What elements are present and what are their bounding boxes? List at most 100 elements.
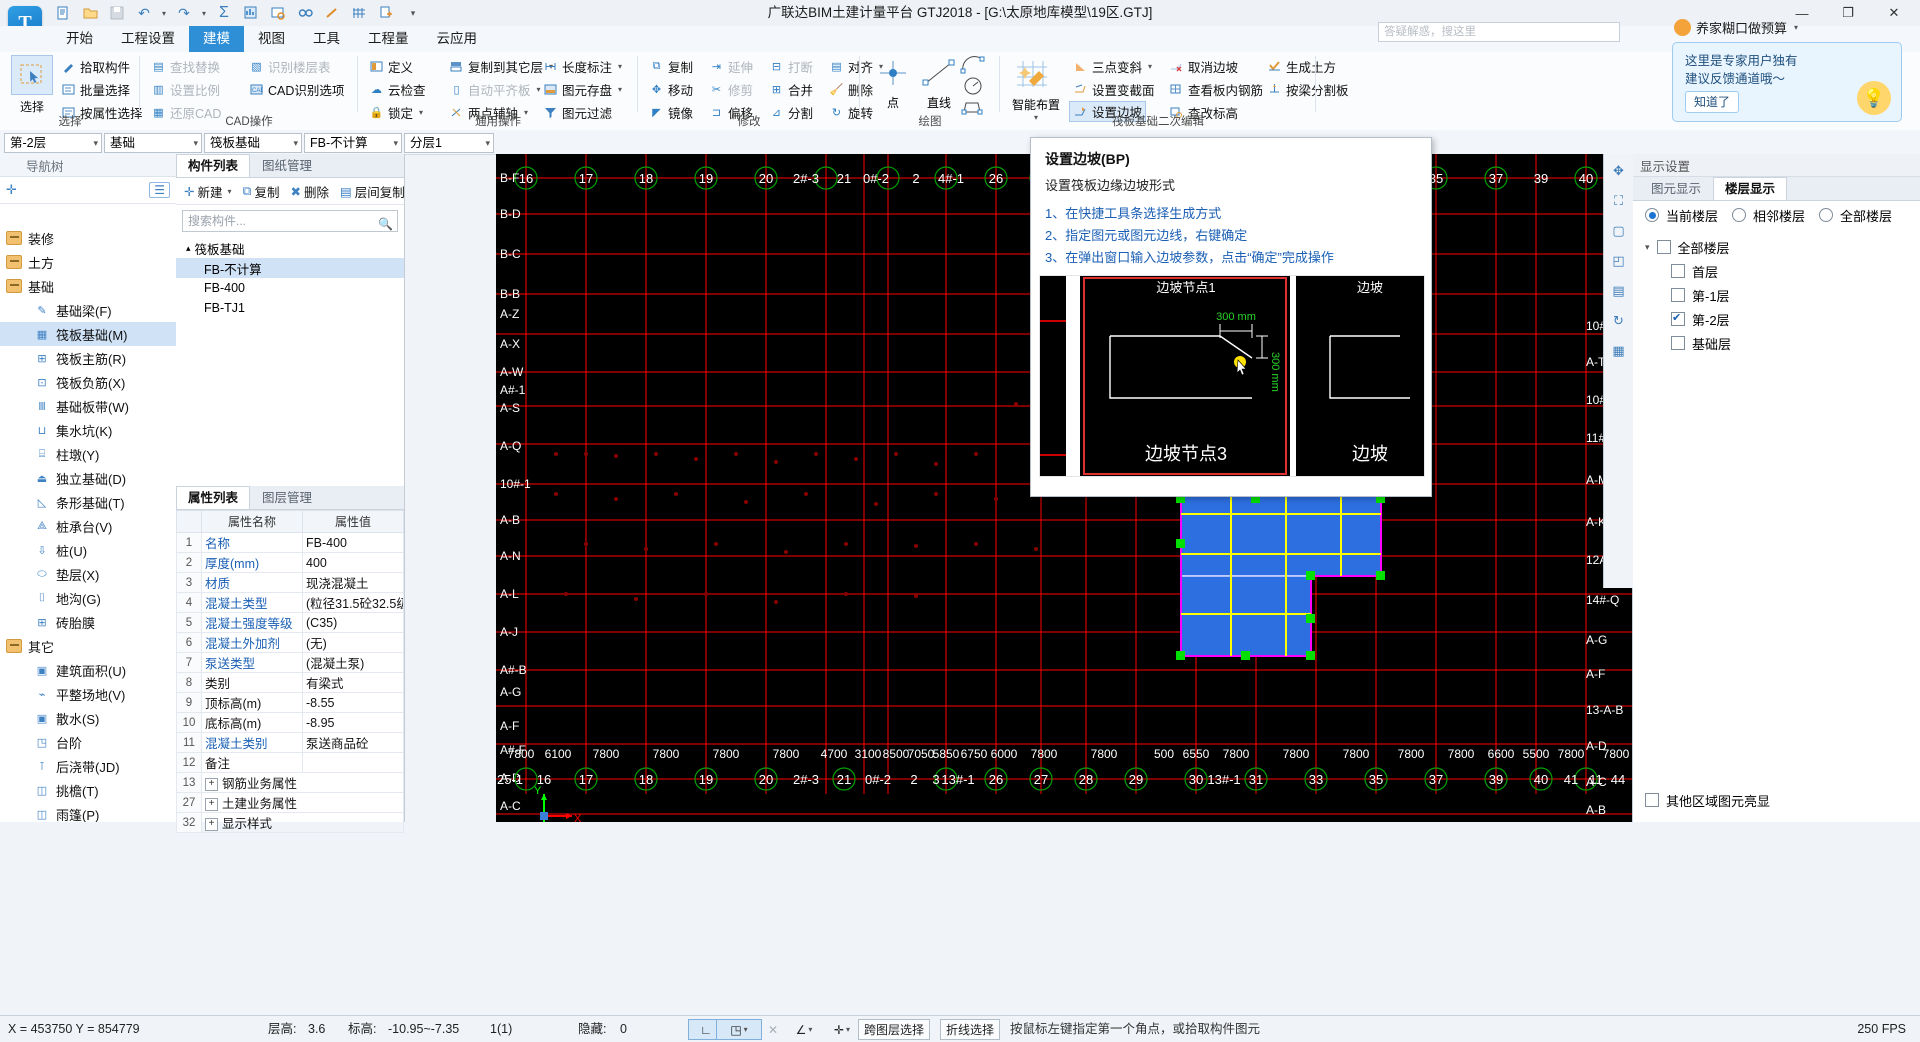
- table-row[interactable]: 7 泵送类型 (混凝土泵): [176, 652, 404, 673]
- checkbox-floor-minus2[interactable]: 第-2层: [1633, 307, 1920, 331]
- row-value[interactable]: 400: [302, 552, 404, 573]
- table-row[interactable]: 4混凝土类型(粒径31.5砼32.5级坍落...: [176, 592, 404, 613]
- category-select[interactable]: 基础: [104, 133, 202, 153]
- undo-icon[interactable]: ↶: [133, 3, 155, 23]
- length-dim-item[interactable]: 长度标注 ▾: [540, 56, 625, 77]
- component-select[interactable]: FB-不计算: [304, 133, 402, 153]
- element-save-caret-icon[interactable]: ▾: [618, 85, 622, 94]
- account-widget[interactable]: 养家糊口做预算 ▾: [1673, 18, 1798, 37]
- component-item-fb-400[interactable]: FB-400: [176, 278, 404, 298]
- three-point-slope-caret-icon[interactable]: ▾: [1148, 62, 1152, 71]
- cross-layer-select-button[interactable]: 跨图层选择: [858, 1019, 931, 1040]
- tree-node-trench[interactable]: ⌷ 地沟(G): [0, 586, 176, 610]
- check-icon[interactable]: [294, 3, 316, 23]
- tree-node-raft-main-rebar[interactable]: ⊞ 筏板主筋(R): [0, 346, 176, 370]
- polyline-select-button[interactable]: 折线选择: [940, 1019, 1001, 1040]
- set-scale-item[interactable]: ▥ 设置比例: [148, 79, 223, 100]
- checkbox-highlight-other-area[interactable]: 其他区域图元亮显: [1633, 788, 1770, 812]
- circle-icon[interactable]: [960, 76, 986, 99]
- account-caret-icon[interactable]: ▾: [1794, 23, 1798, 32]
- tab-floor-display[interactable]: 楼层显示: [1713, 177, 1788, 200]
- table-row[interactable]: 27 + 土建业务属性: [176, 792, 404, 813]
- define-item[interactable]: 定义: [366, 56, 416, 77]
- component-group-raft[interactable]: ▴ 筏板基础: [176, 238, 404, 258]
- menu-tab-start[interactable]: 开始: [52, 26, 107, 52]
- search-component-input[interactable]: 搜索构件... 🔍: [182, 210, 398, 232]
- table-row[interactable]: 32 + 显示样式: [176, 812, 404, 833]
- recognize-floor-table-item[interactable]: ▧ 识别楼层表: [246, 56, 334, 77]
- redo-caret-icon[interactable]: ▾: [200, 3, 208, 23]
- tree-node-slab-band[interactable]: Ⅲ 基础板带(W): [0, 394, 176, 418]
- add-node-icon[interactable]: ✛: [6, 182, 17, 198]
- qat-more-icon[interactable]: ▾: [402, 3, 424, 23]
- zoom-extent-icon[interactable]: ⛶: [1606, 188, 1631, 213]
- 3d-view-icon[interactable]: ◰: [1606, 248, 1631, 273]
- menu-tab-quantity[interactable]: 工程量: [354, 26, 423, 52]
- cad-options-item[interactable]: CAD CAD识别选项: [246, 79, 347, 100]
- callout-ok-button[interactable]: 知道了: [1685, 91, 1739, 113]
- table-row[interactable]: 10 底标高(m) -8.95: [176, 712, 404, 733]
- tree-node-post-cast-strip[interactable]: ⊺ 后浇带(JD): [0, 754, 176, 778]
- checkbox-floor-1[interactable]: 首层: [1633, 259, 1920, 283]
- merge-item[interactable]: ⊞ 合并: [766, 79, 816, 100]
- measure-icon[interactable]: [321, 3, 343, 23]
- table-row[interactable]: 12 备注: [176, 752, 404, 773]
- row-value[interactable]: 泵送商品砼: [302, 732, 404, 753]
- row-value[interactable]: -8.95: [302, 712, 404, 733]
- select-button[interactable]: 选择: [8, 55, 56, 115]
- expand-icon[interactable]: +: [205, 778, 218, 792]
- menu-tab-view[interactable]: 视图: [244, 26, 299, 52]
- delete-component-button[interactable]: ✖ 删除: [286, 181, 333, 202]
- trim-item[interactable]: ✂ 修剪: [706, 79, 756, 100]
- add-doc-icon[interactable]: [375, 3, 397, 23]
- split-slab-by-beam-item[interactable]: 按梁分割板: [1264, 79, 1352, 100]
- new-component-button[interactable]: ✛ 新建 ▾: [180, 181, 236, 202]
- copy-component-button[interactable]: ⧉ 复制: [239, 181, 284, 202]
- row-value[interactable]: [302, 752, 404, 773]
- cloud-check-item[interactable]: ☁ 云检查: [366, 79, 429, 100]
- tree-node-brick-formwork[interactable]: ⊞ 砖胎膜: [0, 610, 176, 634]
- tree-node-pile[interactable]: ⇩ 桩(U): [0, 538, 176, 562]
- row-value[interactable]: (混凝土泵): [302, 652, 404, 673]
- menu-tab-cloud[interactable]: 云应用: [423, 26, 492, 52]
- close-button[interactable]: ✕: [1872, 1, 1916, 25]
- chevron-down-icon[interactable]: ▾: [1645, 242, 1650, 253]
- set-section-item[interactable]: 设置变截面: [1070, 79, 1158, 100]
- batch-select-item[interactable]: 批量选择: [58, 79, 133, 100]
- row-group-name[interactable]: + 钢筋业务属性: [201, 772, 404, 793]
- draw-point-button[interactable]: 点: [870, 57, 916, 111]
- element-save-item[interactable]: 图元存盘 ▾: [540, 79, 625, 100]
- table-row[interactable]: 2 厚度(mm) 400: [176, 552, 404, 573]
- radio-all-floors[interactable]: 全部楼层: [1819, 203, 1892, 227]
- row-value[interactable]: 现浇混凝土: [302, 572, 404, 593]
- row-value[interactable]: 有梁式: [302, 672, 404, 693]
- row-value[interactable]: (无): [302, 632, 404, 653]
- copy-item[interactable]: ⧉ 复制: [646, 56, 696, 77]
- length-dim-caret-icon[interactable]: ▾: [618, 62, 622, 71]
- checkbox-floor-foundation[interactable]: 基础层: [1633, 331, 1920, 355]
- undo-caret-icon[interactable]: ▾: [160, 3, 168, 23]
- tab-property-list[interactable]: 属性列表: [176, 486, 251, 509]
- list-view-icon[interactable]: ☰: [149, 182, 170, 198]
- component-item-fb-tj1[interactable]: FB-TJ1: [176, 298, 404, 318]
- three-point-slope-item[interactable]: 三点变斜 ▾: [1070, 56, 1155, 77]
- table-row[interactable]: 5 混凝土强度等级 (C35): [176, 612, 404, 633]
- tree-node-earthwork[interactable]: 土方: [0, 250, 176, 274]
- break-item[interactable]: ⊟ 打断: [766, 56, 816, 77]
- sum-icon[interactable]: Σ: [213, 3, 235, 23]
- tree-node-isolated-foundation[interactable]: ⏏ 独立基础(D): [0, 466, 176, 490]
- table-row[interactable]: 8 类别 有梁式: [176, 672, 404, 693]
- tree-node-foundation-beam[interactable]: ✎ 基础梁(F): [0, 298, 176, 322]
- tree-node-foundation[interactable]: 基础: [0, 274, 176, 298]
- tree-node-overhanging-eave[interactable]: ◫ 挑檐(T): [0, 778, 176, 802]
- redo-icon[interactable]: ↷: [173, 3, 195, 23]
- tree-node-steps[interactable]: ◳ 台阶: [0, 730, 176, 754]
- tree-node-column-pier[interactable]: ⌸ 柱墩(Y): [0, 442, 176, 466]
- pan-icon[interactable]: ✥: [1606, 158, 1631, 183]
- tab-drawing-management[interactable]: 图纸管理: [250, 154, 324, 177]
- menu-tab-modeling[interactable]: 建模: [189, 26, 244, 52]
- tab-component-list[interactable]: 构件列表: [176, 154, 251, 177]
- new-icon[interactable]: [52, 3, 74, 23]
- table-row[interactable]: 11 混凝土类别 泵送商品砼: [176, 732, 404, 753]
- cancel-slope-item[interactable]: 取消边坡: [1166, 56, 1241, 77]
